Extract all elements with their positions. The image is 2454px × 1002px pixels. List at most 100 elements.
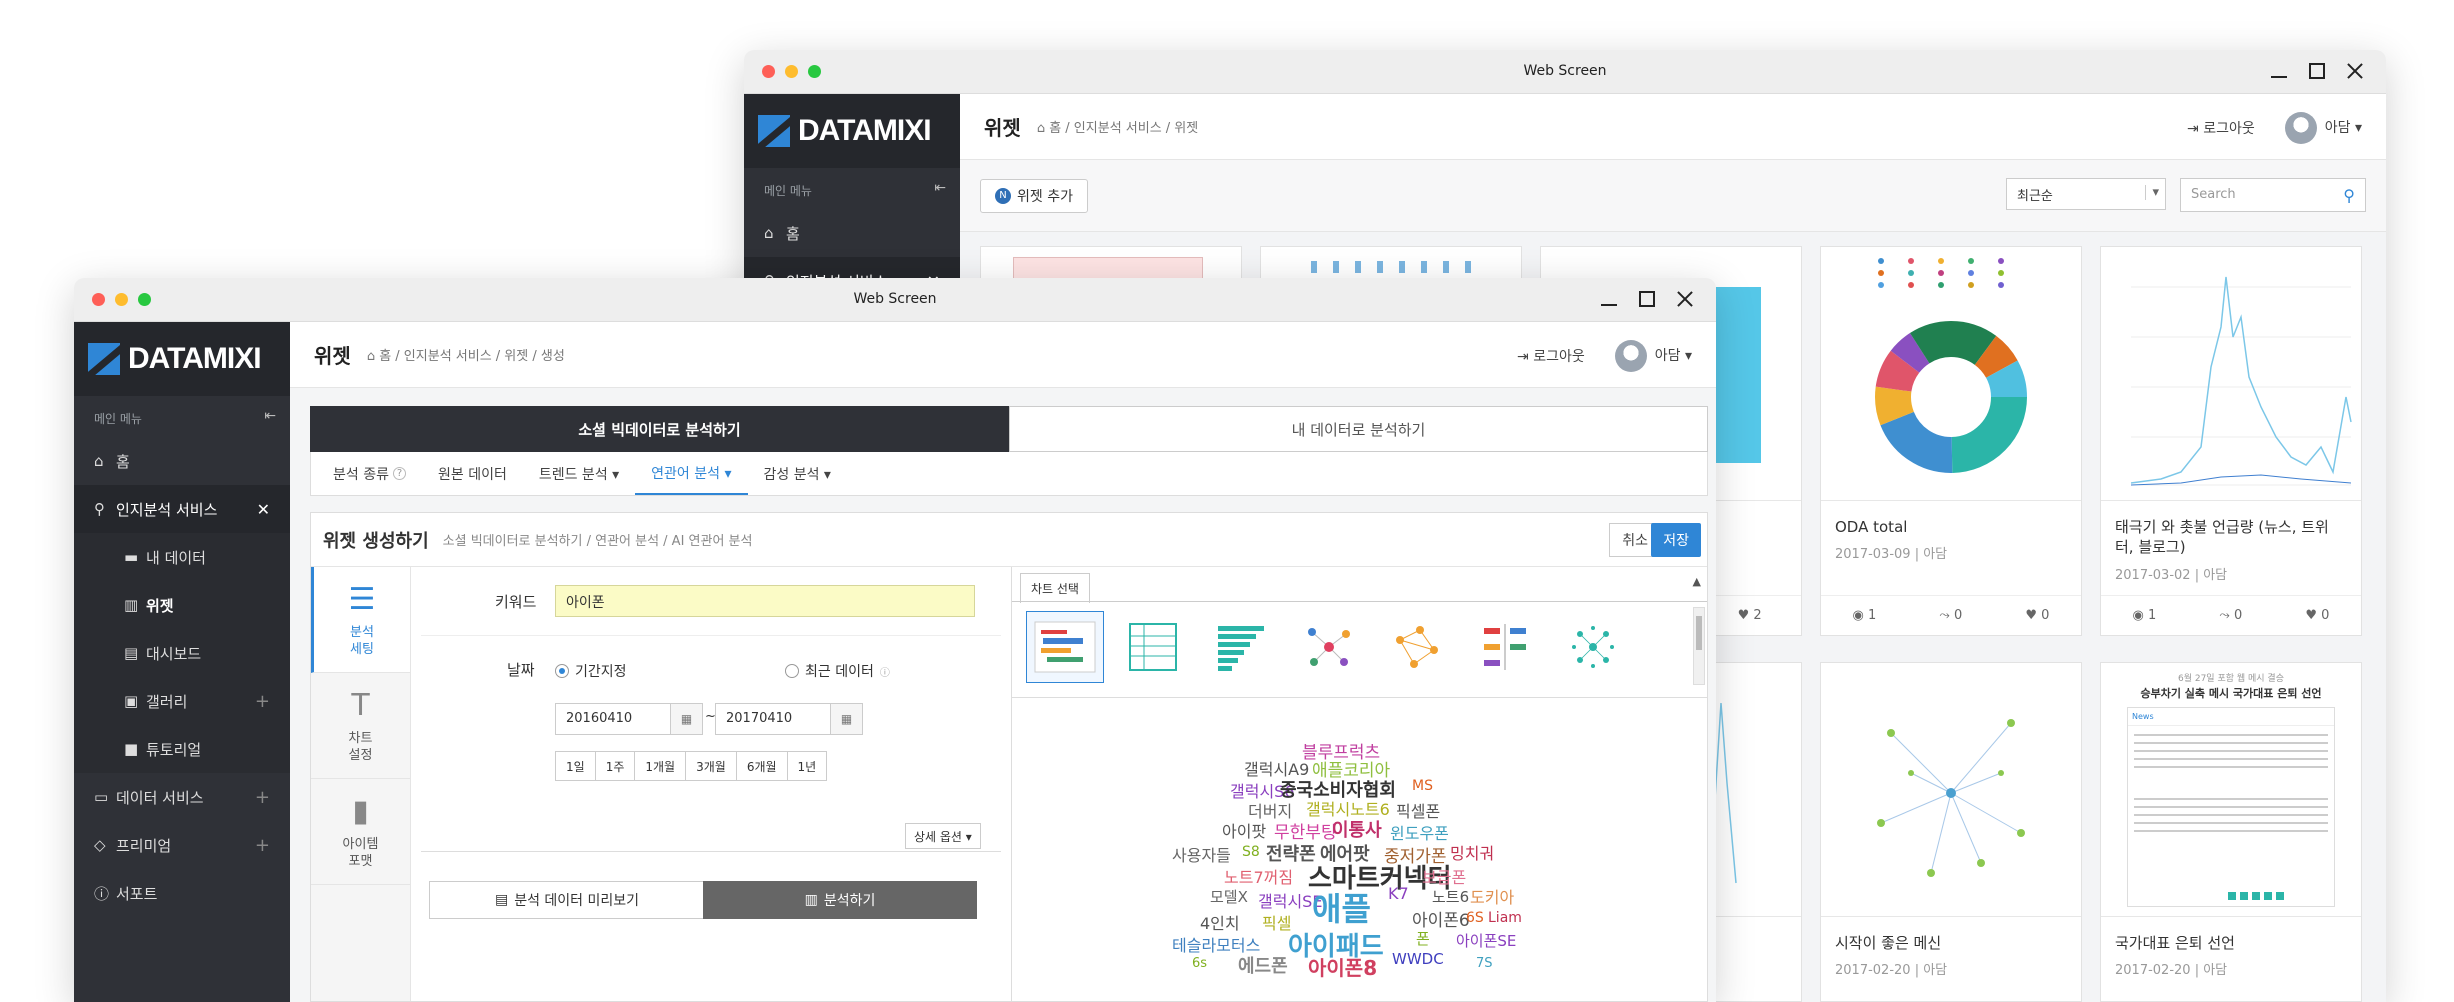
- sidebar-item-home[interactable]: ⌂ 홈: [744, 209, 960, 257]
- sidebar-item-widget[interactable]: ▥ 위젯: [74, 581, 290, 629]
- widget-card[interactable]: 태극기 와 촛불 언급량 (뉴스, 트위터, 블로그) 2017-03-02 |…: [2100, 246, 2362, 636]
- user-menu[interactable]: 아담 ▾: [1614, 340, 1692, 372]
- logo-mark-icon: [88, 343, 120, 375]
- chart-type-table[interactable]: [1114, 611, 1192, 683]
- tab-analysis-settings[interactable]: ☰ 분석 세팅: [311, 567, 410, 673]
- logout-link[interactable]: ⇥ 로그아웃: [1517, 346, 1585, 366]
- wordcloud-word: 이통사: [1332, 820, 1382, 841]
- add-widget-button[interactable]: N 위젯 추가: [980, 178, 1088, 213]
- card-title[interactable]: 태극기 와 촛불 언급량 (뉴스, 트위터, 블로그): [2101, 501, 2361, 564]
- panel-breadcrumb: 소셜 빅데이터로 분석하기 / 연관어 분석 / AI 연관어 분석: [442, 534, 753, 549]
- collapse-up-icon[interactable]: ▲: [1693, 575, 1701, 588]
- preview-data-button[interactable]: ▤ 분석 데이터 미리보기: [429, 881, 705, 919]
- help-icon[interactable]: ?: [392, 467, 406, 480]
- range-1m[interactable]: 1개월: [634, 751, 687, 781]
- tab-my-data[interactable]: 내 데이터로 분석하기: [1009, 406, 1708, 452]
- menu-label: 메인 메뉴 ⇤: [94, 408, 276, 426]
- tab-trend-analysis[interactable]: 트렌드 분석 ▾: [523, 452, 635, 495]
- analyze-button[interactable]: ▥ 분석하기: [703, 881, 977, 919]
- sidebar-item-support[interactable]: ⓘ 서포트: [74, 869, 290, 917]
- chart-list-scrollbar[interactable]: [1693, 607, 1705, 685]
- breadcrumb: ⌂ 홈 / 인지분석 서비스 / 위젯 / 생성: [366, 349, 565, 364]
- sidebar: DATAMIXI 메인 메뉴 ⇤ ⌂ 홈 ⚲ 인지분석 서비스 ✕ ▬ 내 데이터 ▥ 위젯…: [74, 322, 290, 1002]
- menu-label: 메인 메뉴 ⇤: [764, 180, 946, 198]
- close-icon[interactable]: [2344, 60, 2366, 82]
- widget-card[interactable]: ODA total 2017-03-09 | 아담 ◉ 1 ⤳ 0 ♥ 0: [1820, 246, 2082, 636]
- close-section-icon[interactable]: ✕: [257, 500, 270, 519]
- maximize-icon[interactable]: [1636, 288, 1658, 310]
- sidebar-item-premium[interactable]: ◇ 프리미엄 +: [74, 821, 290, 869]
- plus-icon[interactable]: +: [255, 835, 270, 856]
- card-title[interactable]: 시작이 좋은 메신: [1821, 917, 2081, 959]
- plus-icon[interactable]: +: [255, 787, 270, 808]
- search-input[interactable]: Search ⚲: [2180, 178, 2366, 212]
- detail-options-button[interactable]: 상세 옵션 ▾: [905, 823, 981, 849]
- sidebar-item-my-data[interactable]: ▬ 내 데이터: [74, 533, 290, 581]
- table-icon: [1129, 623, 1177, 671]
- range-6m[interactable]: 6개월: [735, 751, 788, 781]
- sidebar-item-dashboard[interactable]: ▤ 대시보드: [74, 629, 290, 677]
- chart-type-wordcloud[interactable]: [1026, 611, 1104, 683]
- calendar-icon[interactable]: ▦: [830, 704, 862, 734]
- range-1y[interactable]: 1년: [786, 751, 828, 781]
- card-thumbnail: [1821, 247, 2081, 501]
- new-badge: N: [995, 187, 1011, 204]
- tab-social-bigdata[interactable]: 소셜 빅데이터로 분석하기: [310, 406, 1009, 452]
- like-count[interactable]: ♥ 0: [2305, 608, 2329, 623]
- card-meta: 2017-02-20 | 아담: [2115, 963, 2228, 979]
- share-count[interactable]: ⤳ 0: [2219, 608, 2242, 623]
- chart-type-bar[interactable]: [1202, 611, 1280, 683]
- header: 위젯 ⌂ 홈 / 인지분석 서비스 / 위젯 / 생성 ⇥ 로그아웃 아담 ▾: [290, 322, 1716, 388]
- chart-type-tree[interactable]: [1466, 611, 1544, 683]
- range-1w[interactable]: 1주: [594, 751, 636, 781]
- save-button[interactable]: 저장: [1651, 523, 1701, 557]
- page-title: 위젯: [314, 344, 351, 368]
- wordcloud-preview: 블루프럭츠 갤럭시A9 애플코리아 갤럭시S6 중국소비자협회 MS 더버지 갤럭시노트6 픽셀…: [1012, 697, 1707, 1001]
- like-count[interactable]: ♥ 2: [1738, 608, 1762, 623]
- logo[interactable]: DATAMIXI: [74, 322, 290, 396]
- tab-item-format[interactable]: ▮ 아이템 포맷: [311, 779, 410, 885]
- chart-type-network[interactable]: [1290, 611, 1368, 683]
- tab-analysis-type[interactable]: 분석 종류?: [317, 452, 422, 495]
- widget-card[interactable]: 6월 27일 포함 웹 메시 결승 승부차기 실축 메시 국가대표 은퇴 선언 …: [2100, 662, 2362, 1002]
- sidebar-item-gallery[interactable]: ▣ 갤러리 +: [74, 677, 290, 725]
- collapse-icon[interactable]: ⇤: [264, 408, 276, 424]
- logout-link[interactable]: ⇥ 로그아웃: [2187, 118, 2255, 138]
- date-from-input[interactable]: 20160410 ▦: [555, 703, 703, 735]
- date-to-input[interactable]: 20170410 ▦: [715, 703, 863, 735]
- sidebar-item-tutorial[interactable]: ■ 튜토리얼: [74, 725, 290, 773]
- minimize-icon[interactable]: [2268, 60, 2290, 82]
- minimize-icon[interactable]: [1598, 288, 1620, 310]
- chart-type-cluster[interactable]: [1554, 611, 1632, 683]
- tab-raw-data[interactable]: 원본 데이터: [422, 452, 523, 495]
- sidebar-item-cognitive[interactable]: ⚲인지분석 서비스✕: [74, 485, 290, 533]
- keyword-input[interactable]: 아이폰: [555, 585, 975, 617]
- search-icon[interactable]: ⚲: [2343, 186, 2355, 205]
- card-title[interactable]: 국가대표 은퇴 선언: [2101, 917, 2361, 959]
- like-count[interactable]: ♥ 0: [2025, 608, 2049, 623]
- close-icon[interactable]: [1674, 288, 1696, 310]
- radio-recent[interactable]: 최근 데이터 ⓘ: [785, 661, 890, 681]
- logo[interactable]: DATAMIXI: [744, 94, 960, 168]
- widget-card[interactable]: 시작이 좋은 메신 2017-02-20 | 아담: [1820, 662, 2082, 1002]
- tab-chart-select[interactable]: 차트 선택: [1020, 573, 1090, 603]
- wordcloud-word: 6s: [1192, 956, 1208, 971]
- header: 위젯 ⌂ 홈 / 인지분석 서비스 / 위젯 ⇥ 로그아웃 아담 ▾: [960, 94, 2386, 160]
- card-title[interactable]: ODA total: [1821, 501, 2081, 543]
- sidebar-item-data-service[interactable]: ▭ 데이터 서비스 +: [74, 773, 290, 821]
- radio-period[interactable]: 기간지정: [555, 661, 627, 681]
- tab-related-word-analysis[interactable]: 연관어 분석 ▾: [635, 452, 748, 495]
- sort-select[interactable]: 최근순: [2006, 178, 2166, 210]
- user-menu[interactable]: 아담 ▾: [2284, 112, 2362, 144]
- sidebar-item-home[interactable]: ⌂ 홈: [74, 437, 290, 485]
- range-1d[interactable]: 1일: [555, 751, 596, 781]
- maximize-icon[interactable]: [2306, 60, 2328, 82]
- collapse-icon[interactable]: ⇤: [934, 180, 946, 196]
- calendar-icon[interactable]: ▦: [670, 704, 702, 734]
- tab-chart-settings[interactable]: T 차트 설정: [311, 673, 410, 779]
- range-3m[interactable]: 3개월: [685, 751, 737, 781]
- share-count[interactable]: ⤳ 0: [1939, 608, 1962, 623]
- chart-type-force-graph[interactable]: [1378, 611, 1456, 683]
- tab-sentiment-analysis[interactable]: 감성 분석 ▾: [748, 452, 847, 495]
- plus-icon[interactable]: +: [255, 691, 270, 712]
